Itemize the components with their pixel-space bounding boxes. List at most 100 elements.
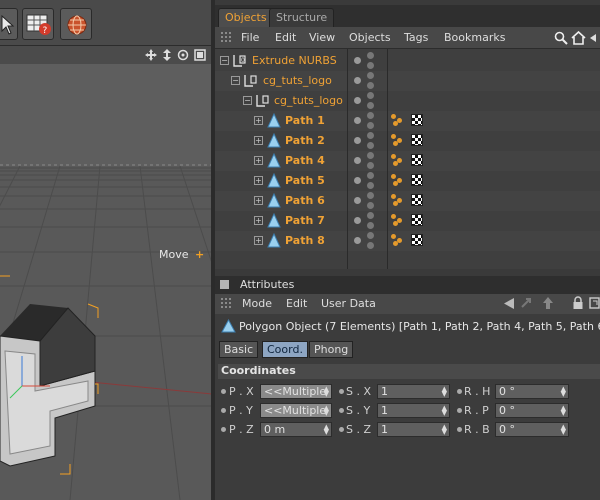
render-visibility-dot[interactable] bbox=[367, 102, 374, 109]
material-tag-icon[interactable] bbox=[391, 234, 403, 246]
expand-icon[interactable]: + bbox=[254, 196, 263, 205]
material-tag-icon[interactable] bbox=[391, 174, 403, 186]
phong-tag-icon[interactable] bbox=[411, 214, 423, 226]
editor-visibility-dot[interactable] bbox=[354, 217, 361, 224]
keyframe-bullet[interactable] bbox=[457, 408, 462, 413]
menu-objects[interactable]: Objects bbox=[349, 31, 391, 44]
render-visibility-dot[interactable] bbox=[367, 92, 374, 99]
editor-visibility-dot[interactable] bbox=[354, 177, 361, 184]
editor-visibility-dot[interactable] bbox=[354, 237, 361, 244]
move-tool-button[interactable] bbox=[0, 8, 18, 40]
sz-field[interactable]: 1 ▲ ▼ bbox=[377, 422, 450, 437]
phong-tag-icon[interactable] bbox=[411, 174, 423, 186]
render-visibility-dot[interactable] bbox=[367, 172, 374, 179]
editor-visibility-dot[interactable] bbox=[354, 117, 361, 124]
phong-tag-icon[interactable] bbox=[411, 114, 423, 126]
rp-field[interactable]: 0 ° ▲ ▼ bbox=[495, 403, 569, 418]
rb-field[interactable]: 0 ° ▲ ▼ bbox=[495, 422, 569, 437]
menu-mode[interactable]: Mode bbox=[242, 297, 272, 310]
render-visibility-dot[interactable] bbox=[367, 182, 374, 189]
keyframe-bullet[interactable] bbox=[339, 408, 344, 413]
tab-phong[interactable]: Phong bbox=[309, 341, 354, 358]
render-visibility-dot[interactable] bbox=[367, 132, 374, 139]
tab-basic[interactable]: Basic bbox=[219, 341, 259, 358]
expand-icon[interactable]: + bbox=[254, 136, 263, 145]
keyframe-bullet[interactable] bbox=[457, 389, 462, 394]
material-tag-icon[interactable] bbox=[391, 154, 403, 166]
py-field[interactable]: <<Multiple ▲ ▼ bbox=[260, 403, 332, 418]
menu-tags[interactable]: Tags bbox=[404, 31, 428, 44]
pan-icon[interactable] bbox=[145, 49, 157, 61]
zoom-icon[interactable] bbox=[162, 49, 172, 61]
sx-field[interactable]: 1 ▲ ▼ bbox=[377, 384, 450, 399]
tree-row-extrude-nurbs[interactable]: − 0 Extrude NURBS bbox=[215, 51, 600, 71]
render-visibility-dot[interactable] bbox=[367, 152, 374, 159]
render-visibility-dot[interactable] bbox=[367, 142, 374, 149]
material-tag-icon[interactable] bbox=[391, 114, 403, 126]
render-visibility-dot[interactable] bbox=[367, 82, 374, 89]
lock-icon[interactable] bbox=[572, 296, 584, 310]
render-visibility-dot[interactable] bbox=[367, 242, 374, 249]
tree-row-cg-tuts-logo-1[interactable]: − cg_tuts_logo bbox=[215, 71, 600, 91]
render-view-button[interactable] bbox=[60, 8, 92, 40]
render-settings-button[interactable]: ? bbox=[22, 8, 54, 40]
collapse-icon[interactable]: − bbox=[243, 96, 252, 105]
spinner-icon[interactable]: ▲ ▼ bbox=[442, 386, 447, 398]
spinner-icon[interactable]: ▲ ▼ bbox=[561, 424, 566, 436]
tree-row-path-5[interactable]: + Path 5 bbox=[215, 171, 600, 191]
pz-field[interactable]: 0 m ▲ ▼ bbox=[260, 422, 332, 437]
tab-structure[interactable]: Structure bbox=[269, 8, 335, 27]
keyframe-bullet[interactable] bbox=[221, 408, 226, 413]
keyframe-bullet[interactable] bbox=[457, 427, 462, 432]
tab-objects[interactable]: Objects bbox=[218, 8, 274, 27]
render-visibility-dot[interactable] bbox=[367, 52, 374, 59]
up-arrow-icon[interactable] bbox=[542, 296, 554, 310]
menu-user-data[interactable]: User Data bbox=[321, 297, 376, 310]
editor-visibility-dot[interactable] bbox=[354, 77, 361, 84]
keyframe-bullet[interactable] bbox=[221, 427, 226, 432]
keyframe-bullet[interactable] bbox=[221, 389, 226, 394]
menu-view[interactable]: View bbox=[309, 31, 335, 44]
keyframe-bullet[interactable] bbox=[339, 427, 344, 432]
spinner-icon[interactable]: ▲ ▼ bbox=[561, 405, 566, 417]
spinner-icon[interactable]: ▲ ▼ bbox=[324, 424, 329, 436]
tab-coord[interactable]: Coord. bbox=[262, 341, 308, 358]
render-visibility-dot[interactable] bbox=[367, 232, 374, 239]
editor-visibility-dot[interactable] bbox=[354, 197, 361, 204]
search-icon[interactable] bbox=[554, 31, 568, 45]
phong-tag-icon[interactable] bbox=[411, 194, 423, 206]
editor-visibility-dot[interactable] bbox=[354, 97, 361, 104]
collapse-icon[interactable]: − bbox=[231, 76, 240, 85]
tree-row-path-6[interactable]: + Path 6 bbox=[215, 191, 600, 211]
render-visibility-dot[interactable] bbox=[367, 72, 374, 79]
expand-icon[interactable]: + bbox=[254, 156, 263, 165]
3d-viewport[interactable] bbox=[0, 46, 212, 500]
render-visibility-dot[interactable] bbox=[367, 202, 374, 209]
expand-icon[interactable]: + bbox=[254, 236, 263, 245]
tree-row-path-7[interactable]: + Path 7 bbox=[215, 211, 600, 231]
render-visibility-dot[interactable] bbox=[367, 222, 374, 229]
render-visibility-dot[interactable] bbox=[367, 112, 374, 119]
render-visibility-dot[interactable] bbox=[367, 122, 374, 129]
tree-row-path-8[interactable]: + Path 8 bbox=[215, 231, 600, 251]
panel-lock-icon[interactable] bbox=[220, 280, 229, 289]
tree-row-path-4[interactable]: + Path 4 bbox=[215, 151, 600, 171]
phong-tag-icon[interactable] bbox=[411, 234, 423, 246]
maximize-icon[interactable] bbox=[194, 49, 206, 61]
spinner-icon[interactable]: ▲ ▼ bbox=[324, 405, 329, 417]
menu-bookmarks[interactable]: Bookmarks bbox=[444, 31, 505, 44]
spinner-icon[interactable]: ▲ ▼ bbox=[442, 424, 447, 436]
spinner-icon[interactable]: ▲ ▼ bbox=[561, 386, 566, 398]
menu-edit-attr[interactable]: Edit bbox=[286, 297, 307, 310]
px-field[interactable]: <<Multiple ▲ ▼ bbox=[260, 384, 332, 399]
editor-visibility-dot[interactable] bbox=[354, 137, 361, 144]
phong-tag-icon[interactable] bbox=[411, 154, 423, 166]
editor-visibility-dot[interactable] bbox=[354, 57, 361, 64]
arrow-forward-icon[interactable] bbox=[520, 297, 536, 310]
sy-field[interactable]: 1 ▲ ▼ bbox=[377, 403, 450, 418]
tree-row-path-1[interactable]: + Path 1 bbox=[215, 111, 600, 131]
expand-icon[interactable]: + bbox=[254, 216, 263, 225]
expand-icon[interactable]: + bbox=[254, 116, 263, 125]
home-icon[interactable] bbox=[571, 31, 586, 45]
expand-panel-icon[interactable] bbox=[589, 297, 600, 309]
